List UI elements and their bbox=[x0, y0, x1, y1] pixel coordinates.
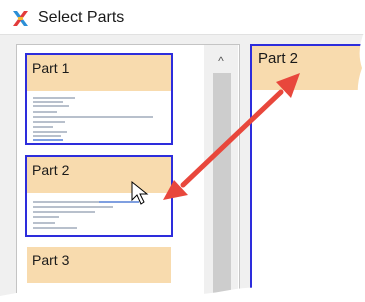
part-preview-panel[interactable]: Part 2 bbox=[250, 44, 365, 302]
scroll-up-arrow-icon[interactable]: ^ bbox=[204, 49, 238, 73]
part-thumbnail-list[interactable]: Part 1 Part 2 Part 3 ^ bbox=[16, 44, 240, 302]
part-thumbnail-2[interactable]: Part 2 bbox=[25, 155, 173, 237]
vertical-scrollbar[interactable]: ^ bbox=[204, 45, 238, 302]
part-thumbnail-1[interactable]: Part 1 bbox=[25, 53, 173, 145]
app-icon bbox=[13, 11, 28, 26]
part-thumbnail-label: Part 3 bbox=[27, 247, 171, 283]
part-thumbnail-label: Part 1 bbox=[27, 55, 171, 91]
part-thumbnail-preview bbox=[27, 283, 171, 302]
part-thumbnail-3[interactable]: Part 3 bbox=[25, 245, 173, 302]
part-thumbnail-preview bbox=[27, 91, 171, 143]
part-thumbnail-label: Part 2 bbox=[27, 157, 171, 193]
window-title: Select Parts bbox=[38, 9, 125, 26]
title-bar: Select Parts bbox=[0, 0, 365, 35]
select-parts-window: Select Parts Part 1 Part 2 Part 3 ^ Part… bbox=[0, 0, 365, 302]
part-thumbnail-preview bbox=[27, 193, 171, 235]
preview-part-label: Part 2 bbox=[252, 46, 365, 90]
scroll-thumb[interactable] bbox=[213, 73, 231, 302]
